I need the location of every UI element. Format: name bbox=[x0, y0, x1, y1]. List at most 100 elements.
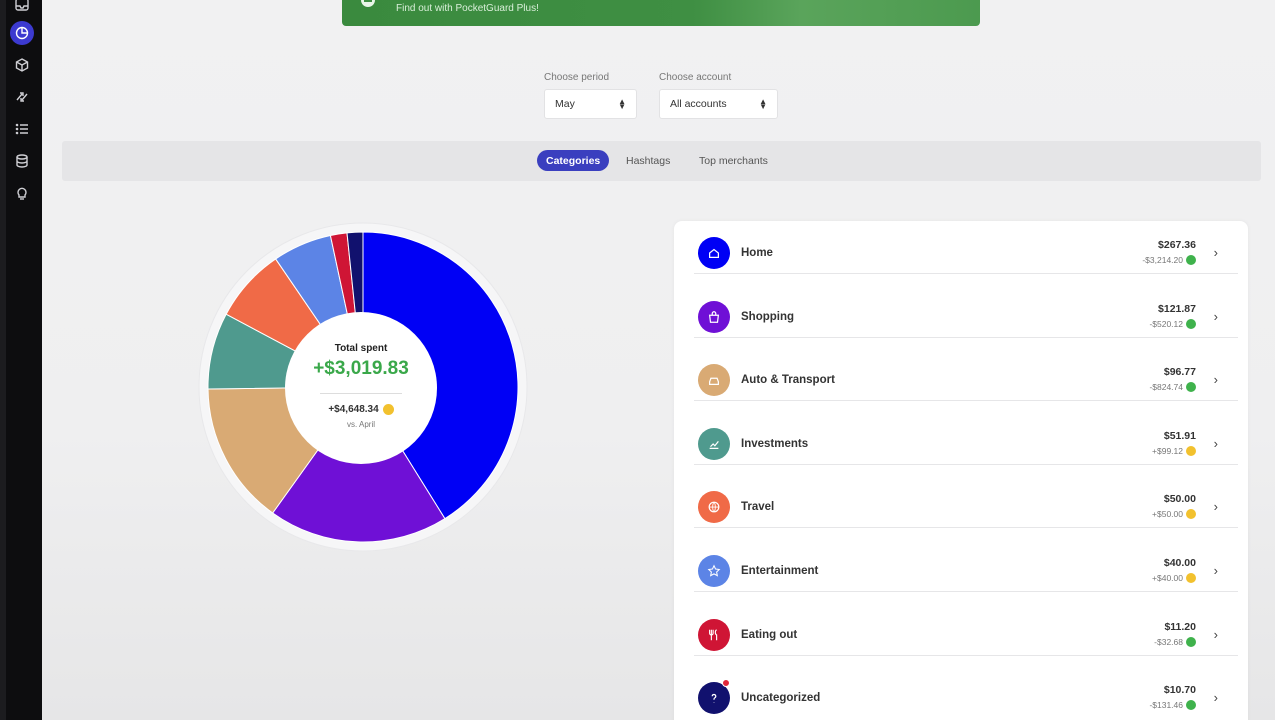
account-select[interactable]: All accounts ▲ ▼ bbox=[659, 89, 778, 119]
question-icon bbox=[711, 694, 717, 703]
category-icon-bg bbox=[698, 555, 730, 587]
category-row[interactable]: Investments $51.91 +$99.12 › bbox=[674, 401, 1248, 465]
chevron-right-icon[interactable]: › bbox=[1214, 627, 1218, 642]
account-label: Choose account bbox=[659, 72, 732, 83]
period-label: Choose period bbox=[544, 72, 610, 83]
select-arrows-icon: ▲ ▼ bbox=[759, 97, 767, 111]
category-change-value: -$32.68 bbox=[1154, 636, 1183, 647]
category-name: Home bbox=[741, 247, 773, 259]
category-change: -$3,214.20 bbox=[1142, 255, 1196, 265]
upgrade-banner[interactable]: Find out with PocketGuard Plus! bbox=[342, 0, 980, 26]
comparison-period: vs. April bbox=[346, 420, 375, 429]
utensils-icon bbox=[709, 628, 718, 640]
coin-icon bbox=[1186, 255, 1196, 265]
coin-icon bbox=[1186, 318, 1196, 329]
star-icon bbox=[707, 564, 721, 577]
tab-bar: Categories Hashtags Top merchants bbox=[62, 141, 1261, 181]
coin-icon bbox=[1186, 700, 1196, 711]
category-list: Home $267.36 -$3,214.20 › Shopping $121.… bbox=[674, 221, 1248, 720]
tab-hashtags[interactable]: Hashtags bbox=[617, 150, 679, 171]
category-icon-bg bbox=[698, 300, 730, 333]
category-row[interactable]: Home $267.36 -$3,214.20 › bbox=[674, 210, 1248, 274]
category-icon-bg bbox=[698, 491, 730, 524]
category-icon-bg bbox=[698, 427, 730, 460]
database-icon[interactable] bbox=[11, 150, 33, 172]
shopping-bag-icon bbox=[708, 310, 720, 323]
pie-chart-icon[interactable] bbox=[10, 21, 34, 45]
category-change-value: +$99.12 bbox=[1152, 445, 1183, 456]
sidebar-strip bbox=[0, 0, 6, 720]
category-name: Auto & Transport bbox=[741, 374, 835, 387]
period-value: May bbox=[555, 98, 575, 110]
total-spent-card bbox=[285, 312, 437, 464]
category-row[interactable]: Eating out $11.20 -$32.68 › bbox=[674, 592, 1248, 656]
sidebar bbox=[0, 0, 42, 720]
category-name: Travel bbox=[741, 501, 775, 514]
cube-icon[interactable] bbox=[11, 54, 33, 76]
category-name: Eating out bbox=[741, 628, 798, 641]
chevron-right-icon[interactable]: › bbox=[1214, 372, 1218, 387]
category-amount: $10.70 bbox=[1163, 684, 1196, 697]
category-icon-bg bbox=[698, 364, 730, 397]
chevron-right-icon[interactable]: › bbox=[1214, 309, 1218, 324]
category-amount: $121.87 bbox=[1158, 302, 1196, 315]
category-amount: $267.36 bbox=[1158, 239, 1196, 251]
category-change: +$40.00 bbox=[1152, 573, 1196, 583]
total-spent-amount: +$3,019.83 bbox=[313, 358, 409, 379]
category-row[interactable]: Auto & Transport $96.77 -$824.74 › bbox=[674, 337, 1248, 402]
category-amount: $50.00 bbox=[1163, 493, 1196, 506]
category-row[interactable]: Shopping $121.87 -$520.12 › bbox=[674, 274, 1248, 338]
category-name: Investments bbox=[741, 437, 809, 450]
category-change-value: -$131.46 bbox=[1149, 700, 1183, 711]
coin-icon bbox=[1186, 636, 1196, 647]
list-icon[interactable] bbox=[11, 118, 33, 140]
chevron-right-icon[interactable]: › bbox=[1214, 690, 1218, 705]
category-row[interactable]: Travel $50.00 +$50.00 › bbox=[674, 464, 1248, 529]
category-change-value: -$824.74 bbox=[1149, 382, 1183, 393]
coin-icon bbox=[1186, 445, 1196, 456]
spent-difference-value: +$4,648.34 bbox=[328, 404, 379, 415]
category-change-value: +$40.00 bbox=[1152, 573, 1183, 583]
category-row[interactable]: Entertainment $40.00 +$40.00 › bbox=[674, 528, 1248, 592]
select-arrows-icon: ▲ ▼ bbox=[618, 97, 626, 111]
coin-icon bbox=[1186, 573, 1196, 583]
category-amount: $96.77 bbox=[1163, 366, 1196, 379]
tab-top-merchants[interactable]: Top merchants bbox=[690, 150, 777, 171]
chevron-right-icon[interactable]: › bbox=[1214, 563, 1218, 578]
category-change: -$824.74 bbox=[1149, 382, 1196, 393]
category-change-value: +$50.00 bbox=[1152, 509, 1183, 520]
lightbulb-icon[interactable] bbox=[11, 182, 33, 204]
category-change: +$99.12 bbox=[1152, 445, 1196, 456]
chevron-right-icon[interactable]: › bbox=[1214, 499, 1218, 514]
category-change: -$32.68 bbox=[1154, 636, 1196, 647]
pocketguard-logo-icon bbox=[361, 0, 375, 7]
category-name: Entertainment bbox=[741, 565, 819, 577]
spent-difference: +$4,648.34 bbox=[285, 404, 437, 415]
category-change-value: -$520.12 bbox=[1149, 318, 1183, 329]
investment-chart-icon bbox=[709, 440, 719, 449]
globe-icon bbox=[708, 501, 720, 513]
coin-icon bbox=[382, 404, 394, 415]
chevron-right-icon[interactable]: › bbox=[1214, 436, 1218, 451]
category-name: Uncategorized bbox=[741, 692, 821, 705]
category-row[interactable]: Uncategorized $10.70 -$131.46 › bbox=[674, 655, 1248, 719]
refresh-arrows-icon[interactable] bbox=[11, 86, 33, 108]
category-change-value: -$3,214.20 bbox=[1142, 255, 1183, 265]
account-value: All accounts bbox=[670, 98, 727, 110]
category-change: -$520.12 bbox=[1149, 318, 1196, 329]
home-icon bbox=[709, 248, 719, 258]
chevron-right-icon[interactable]: › bbox=[1214, 245, 1218, 260]
category-name: Shopping bbox=[741, 310, 795, 323]
category-icon-bg bbox=[698, 618, 730, 651]
tab-categories[interactable]: Categories bbox=[537, 150, 610, 171]
category-amount: $40.00 bbox=[1163, 557, 1196, 569]
coin-icon bbox=[1186, 509, 1196, 520]
category-icon-bg bbox=[698, 237, 730, 269]
category-amount: $51.91 bbox=[1163, 429, 1196, 442]
notification-dot bbox=[722, 679, 730, 688]
car-icon bbox=[709, 377, 719, 386]
inbox-icon[interactable] bbox=[11, 0, 33, 16]
category-change: -$131.46 bbox=[1149, 700, 1196, 711]
center-divider bbox=[320, 393, 402, 394]
period-select[interactable]: May ▲ ▼ bbox=[544, 89, 637, 119]
